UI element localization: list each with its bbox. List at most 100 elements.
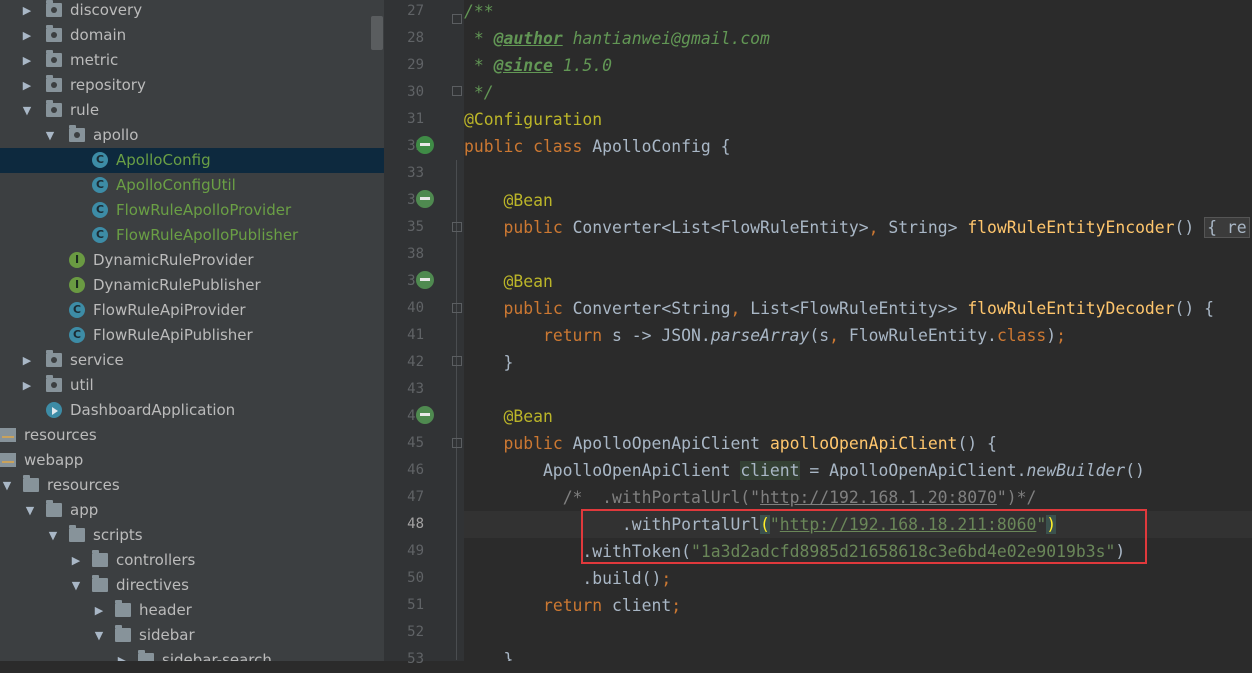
tree-item-dashboardapplication[interactable]: DashboardApplication bbox=[0, 398, 384, 423]
tree-item-label: DynamicRulePublisher bbox=[93, 276, 261, 294]
code-line-50: .build(); bbox=[464, 569, 672, 588]
line-number: 53 bbox=[407, 651, 424, 667]
package-icon bbox=[46, 25, 62, 42]
expand-down-icon[interactable]: ▼ bbox=[92, 623, 106, 648]
expand-down-icon[interactable]: ▼ bbox=[20, 98, 34, 123]
tree-item-label: FlowRuleApiProvider bbox=[93, 301, 246, 319]
tree-item-label: DashboardApplication bbox=[70, 401, 236, 419]
tree-item-rule[interactable]: ▼ rule bbox=[0, 98, 384, 123]
interface-icon: I bbox=[69, 252, 85, 268]
tree-item-dynamicruleprovider[interactable]: I DynamicRuleProvider bbox=[0, 248, 384, 273]
tree-item-resources[interactable]: resources bbox=[0, 423, 384, 448]
tree-item-label: FlowRuleApolloPublisher bbox=[116, 226, 299, 244]
tree-item-label: sidebar-search bbox=[162, 651, 272, 661]
tree-item-metric[interactable]: ▶ metric bbox=[0, 48, 384, 73]
line-number: 38 bbox=[407, 246, 424, 262]
expand-down-icon[interactable]: ▼ bbox=[43, 123, 57, 148]
line-number: 48 bbox=[407, 516, 424, 532]
tree-scrollbar[interactable] bbox=[371, 16, 383, 50]
line-number: 41 bbox=[407, 327, 424, 343]
spring-bean-gutter-icon[interactable] bbox=[416, 271, 434, 289]
line-number: 35 bbox=[407, 219, 424, 235]
line-number: 31 bbox=[407, 111, 424, 127]
tree-item-sidebar-search[interactable]: ▶ sidebar-search bbox=[0, 648, 384, 661]
expand-right-icon[interactable]: ▶ bbox=[20, 0, 34, 23]
project-tree: ▶ discovery ▶ domain ▶ metric ▶ repository ▼ rule… bbox=[0, 0, 384, 661]
spring-bean-gutter-icon[interactable] bbox=[416, 190, 434, 208]
expand-down-icon[interactable]: ▼ bbox=[46, 523, 60, 548]
code-line-34: @Bean bbox=[503, 191, 553, 210]
tree-item-discovery[interactable]: ▶ discovery bbox=[0, 0, 384, 23]
code-line-53: } bbox=[464, 650, 514, 661]
tree-item-header[interactable]: ▶ header bbox=[0, 598, 384, 623]
fold-marker-icon[interactable] bbox=[452, 303, 462, 313]
expand-right-icon[interactable]: ▶ bbox=[20, 73, 34, 98]
tree-item-domain[interactable]: ▶ domain bbox=[0, 23, 384, 48]
tree-item-label: directives bbox=[116, 576, 189, 594]
line-number: 46 bbox=[407, 462, 424, 478]
tree-item-flowruleapipublisher[interactable]: C FlowRuleApiPublisher bbox=[0, 323, 384, 348]
tree-item-label: resources bbox=[47, 476, 120, 494]
line-number: 45 bbox=[407, 435, 424, 451]
expand-right-icon[interactable]: ▶ bbox=[20, 348, 34, 373]
tree-item-resources[interactable]: ▼ resources bbox=[0, 473, 384, 498]
fold-marker-icon[interactable] bbox=[452, 356, 462, 366]
tree-item-label: webapp bbox=[24, 451, 84, 469]
fold-marker-icon[interactable] bbox=[452, 14, 462, 24]
spring-bean-gutter-icon[interactable] bbox=[416, 406, 434, 424]
line-number: 49 bbox=[407, 543, 424, 559]
expand-right-icon[interactable]: ▶ bbox=[20, 23, 34, 48]
expand-right-icon[interactable]: ▶ bbox=[20, 373, 34, 398]
code-line-31: @Configuration bbox=[464, 110, 603, 129]
expand-down-icon[interactable]: ▼ bbox=[0, 473, 14, 498]
expand-right-icon[interactable]: ▶ bbox=[92, 598, 106, 623]
tree-item-label: metric bbox=[70, 51, 119, 69]
tree-item-util[interactable]: ▶ util bbox=[0, 373, 384, 398]
code-line-40: public Converter<String, List<FlowRuleEn… bbox=[503, 299, 1215, 318]
tree-item-service[interactable]: ▶ service bbox=[0, 348, 384, 373]
tree-item-label: DynamicRuleProvider bbox=[93, 251, 254, 269]
tree-item-controllers[interactable]: ▶ controllers bbox=[0, 548, 384, 573]
tree-item-label: ApolloConfig bbox=[116, 151, 211, 169]
expand-right-icon[interactable]: ▶ bbox=[115, 648, 129, 661]
code-line-30: */ bbox=[464, 83, 494, 102]
tree-item-apolloconfigutil[interactable]: C ApolloConfigUtil bbox=[0, 173, 384, 198]
tree-item-label: scripts bbox=[93, 526, 143, 544]
folder-icon bbox=[23, 475, 39, 492]
code-line-42: } bbox=[464, 353, 514, 372]
tree-item-label: ApolloConfigUtil bbox=[116, 176, 236, 194]
tree-item-scripts[interactable]: ▼ scripts bbox=[0, 523, 384, 548]
class-icon: C bbox=[92, 152, 108, 168]
fold-marker-icon[interactable] bbox=[452, 438, 462, 448]
code-line-28: * @author hantianwei@gmail.com bbox=[464, 29, 770, 48]
tree-item-label: FlowRuleApiPublisher bbox=[93, 326, 253, 344]
code-line-47: /* .withPortalUrl("http://192.168.1.20:8… bbox=[562, 488, 1037, 507]
tree-item-apolloconfig[interactable]: C ApolloConfig bbox=[0, 148, 384, 173]
highlight-annotation-box bbox=[581, 509, 1147, 564]
tree-item-label: resources bbox=[24, 426, 97, 444]
folder-icon bbox=[115, 600, 131, 617]
tree-item-apollo[interactable]: ▼ apollo bbox=[0, 123, 384, 148]
fold-marker-icon[interactable] bbox=[452, 222, 462, 232]
tree-item-app[interactable]: ▼ app bbox=[0, 498, 384, 523]
expand-down-icon[interactable]: ▼ bbox=[69, 573, 83, 598]
tree-item-flowruleapollopublisher[interactable]: C FlowRuleApolloPublisher bbox=[0, 223, 384, 248]
fold-marker-icon[interactable] bbox=[452, 86, 462, 96]
tree-item-directives[interactable]: ▼ directives bbox=[0, 573, 384, 598]
tree-item-webapp[interactable]: webapp bbox=[0, 448, 384, 473]
line-number: 52 bbox=[407, 624, 424, 640]
tree-item-repository[interactable]: ▶ repository bbox=[0, 73, 384, 98]
expand-down-icon[interactable]: ▼ bbox=[23, 498, 37, 523]
tree-item-dynamicrulepublisher[interactable]: I DynamicRulePublisher bbox=[0, 273, 384, 298]
tree-item-flowruleapiprovider[interactable]: C FlowRuleApiProvider bbox=[0, 298, 384, 323]
tree-item-label: repository bbox=[70, 76, 146, 94]
spring-app-icon bbox=[46, 402, 62, 418]
expand-right-icon[interactable]: ▶ bbox=[69, 548, 83, 573]
tree-item-label: FlowRuleApolloProvider bbox=[116, 201, 292, 219]
spring-config-gutter-icon[interactable] bbox=[416, 136, 434, 154]
tree-item-label: service bbox=[70, 351, 124, 369]
tree-item-flowruleapolloprovider[interactable]: C FlowRuleApolloProvider bbox=[0, 198, 384, 223]
line-number: 43 bbox=[407, 381, 424, 397]
tree-item-sidebar[interactable]: ▼ sidebar bbox=[0, 623, 384, 648]
expand-right-icon[interactable]: ▶ bbox=[20, 48, 34, 73]
